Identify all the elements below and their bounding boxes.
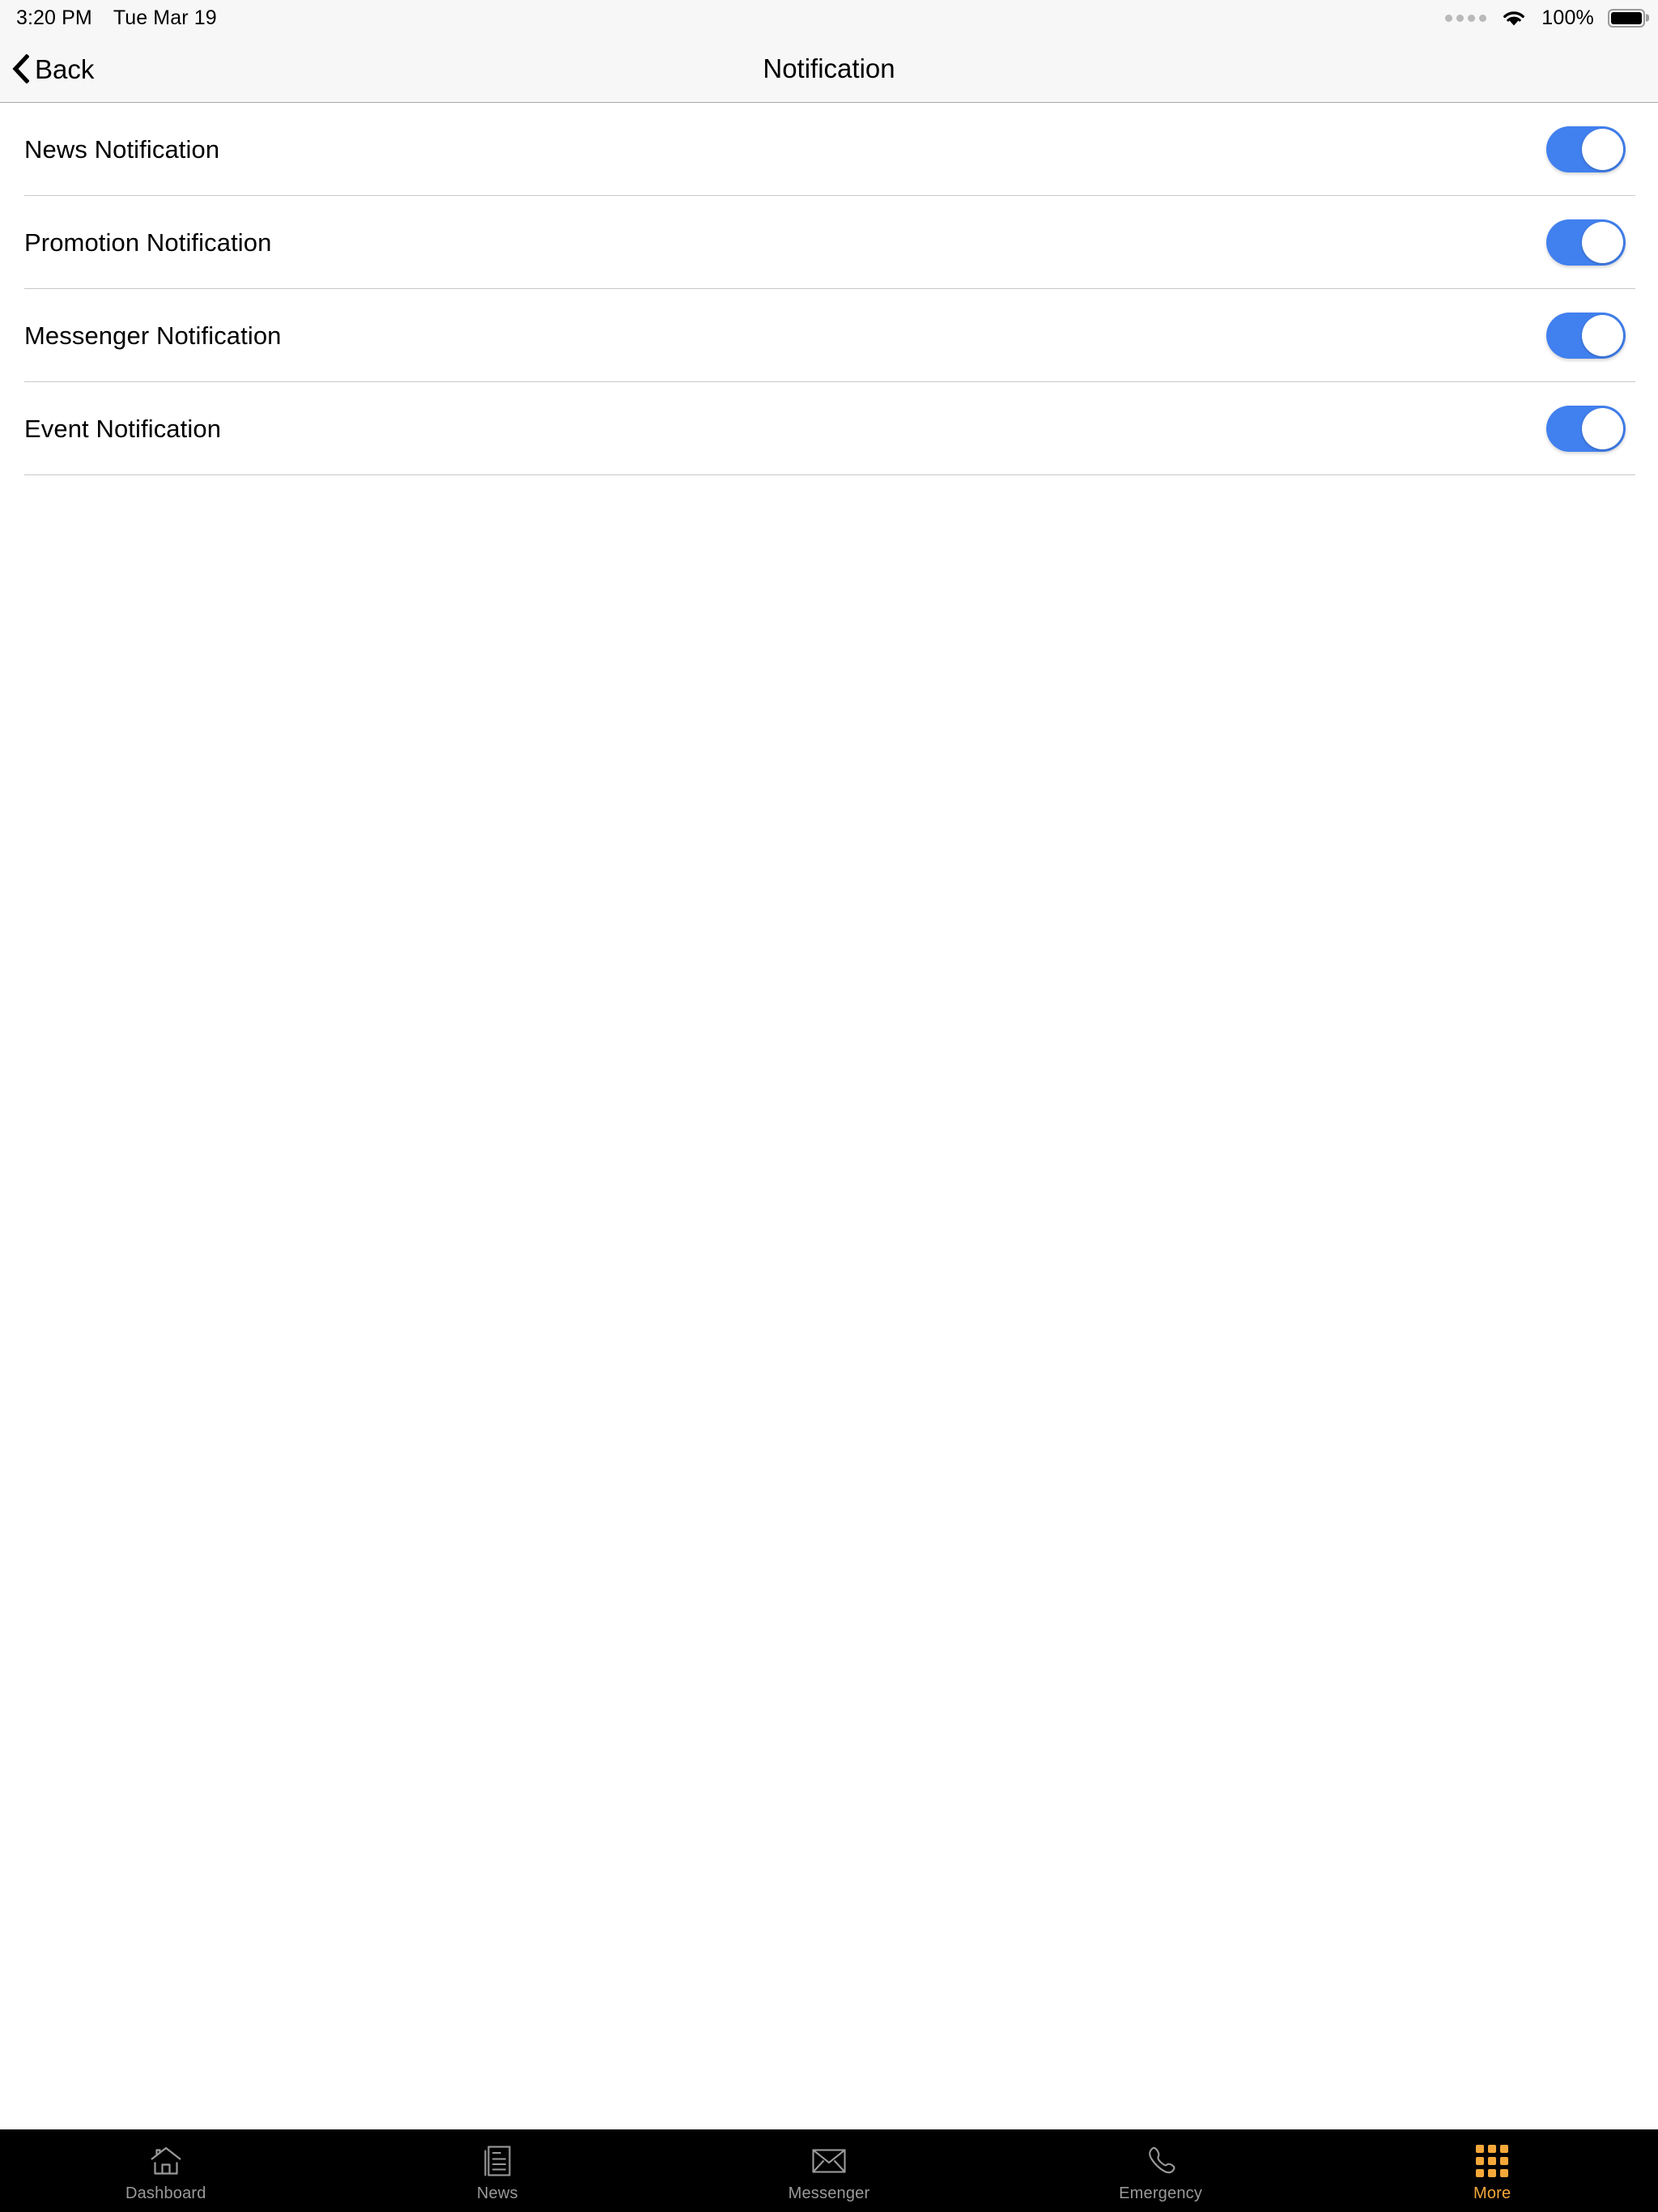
status-bar-left: 3:20 PM Tue Mar 19 [16, 6, 217, 29]
toggle-knob [1582, 129, 1623, 170]
envelope-icon [811, 2144, 847, 2178]
battery-percent-label: 100% [1541, 6, 1594, 29]
setting-row-news-notification: News Notification [0, 103, 1658, 196]
home-icon [149, 2144, 183, 2178]
toggle-messenger-notification[interactable] [1546, 313, 1626, 359]
tab-more[interactable]: More [1326, 2129, 1658, 2212]
back-button-label: Back [35, 53, 95, 84]
status-bar: 3:20 PM Tue Mar 19 100% [0, 0, 1658, 36]
page-title: Notification [763, 53, 895, 83]
tab-label: More [1473, 2184, 1511, 2202]
tab-label: Emergency [1119, 2184, 1203, 2202]
notification-settings-list: News Notification Promotion Notification… [0, 103, 1658, 475]
chevron-left-icon [11, 54, 29, 83]
setting-row-promotion-notification: Promotion Notification [0, 196, 1658, 289]
app-screen: 3:20 PM Tue Mar 19 100% Back Notificatio… [0, 0, 1658, 2212]
toggle-event-notification[interactable] [1546, 406, 1626, 452]
tab-label: Messenger [788, 2184, 870, 2202]
status-time: 3:20 PM [16, 6, 92, 29]
tab-emergency[interactable]: Emergency [995, 2129, 1327, 2212]
wifi-icon [1500, 8, 1528, 28]
toggle-promotion-notification[interactable] [1546, 219, 1626, 266]
toggle-knob [1582, 222, 1623, 263]
status-date: Tue Mar 19 [113, 6, 217, 29]
tab-label: News [476, 2184, 518, 2202]
tab-dashboard[interactable]: Dashboard [0, 2129, 332, 2212]
bottom-tab-bar: Dashboard News Messenger Emergency More [0, 2129, 1658, 2212]
toggle-knob [1582, 315, 1623, 356]
grid-icon [1476, 2144, 1509, 2178]
signal-dots-icon [1445, 14, 1487, 22]
setting-label: News Notification [24, 135, 220, 164]
setting-row-messenger-notification: Messenger Notification [0, 289, 1658, 382]
content-area: News Notification Promotion Notification… [0, 103, 1658, 2129]
navigation-bar: Back Notification [0, 36, 1658, 103]
battery-full-icon [1608, 8, 1645, 28]
toggle-news-notification[interactable] [1546, 126, 1626, 172]
setting-label: Messenger Notification [24, 321, 282, 350]
newspaper-icon [482, 2144, 512, 2178]
setting-label: Promotion Notification [24, 228, 272, 257]
setting-label: Event Notification [24, 415, 222, 443]
toggle-knob [1582, 408, 1623, 449]
tab-label: Dashboard [125, 2184, 206, 2202]
setting-row-event-notification: Event Notification [0, 382, 1658, 475]
tab-news[interactable]: News [332, 2129, 664, 2212]
tab-messenger[interactable]: Messenger [663, 2129, 995, 2212]
status-bar-right: 100% [1445, 6, 1645, 29]
back-button[interactable]: Back [0, 48, 107, 90]
phone-icon [1144, 2144, 1178, 2178]
